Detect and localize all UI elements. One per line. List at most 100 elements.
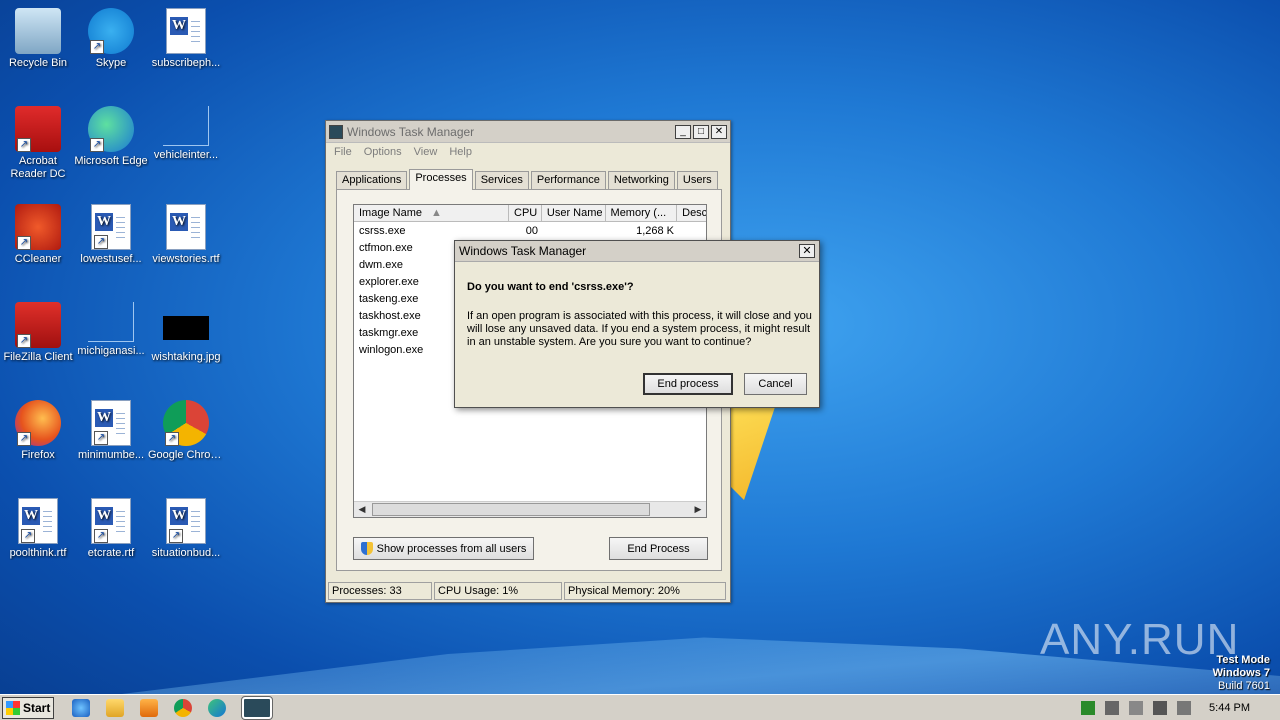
shortcut-arrow-icon: ↗: [165, 432, 179, 446]
clock[interactable]: 5:44 PM: [1209, 702, 1250, 714]
status-bar: Processes: 33 CPU Usage: 1% Physical Mem…: [328, 582, 728, 600]
desktop-icon[interactable]: vehicleinter...: [148, 106, 224, 162]
desktop-icon-label: Acrobat Reader DC: [10, 155, 66, 180]
desktop-icon[interactable]: subscribeph...: [148, 8, 224, 70]
minimize-button[interactable]: _: [675, 124, 691, 139]
uac-shield-icon: [360, 542, 373, 555]
cell-cpu: 00: [525, 224, 538, 237]
desktop-icon-label: poolthink.rtf: [9, 547, 67, 559]
display-icon[interactable]: [1129, 700, 1144, 715]
taskbar: Start 5:44 PM: [0, 694, 1280, 720]
flag-icon[interactable]: [1177, 700, 1192, 715]
desktop-icon[interactable]: ↗ etcrate.rtf: [73, 498, 149, 560]
file-explorer-icon[interactable]: [106, 698, 124, 717]
edge-icon: ↗: [88, 106, 134, 152]
desktop-icon-label: FileZilla Client: [3, 351, 73, 363]
shortcut-arrow-icon: ↗: [94, 431, 108, 445]
column-cpu[interactable]: CPU: [509, 205, 542, 221]
desktop-icon[interactable]: ↗ poolthink.rtf: [0, 498, 76, 560]
shortcut-arrow-icon: ↗: [169, 529, 183, 543]
desktop-icon[interactable]: ↗ minimumbe...: [73, 400, 149, 462]
word-doc-icon: ↗: [91, 400, 131, 446]
desktop-icon-label: viewstories.rtf: [152, 253, 220, 265]
column-description[interactable]: Desc: [677, 205, 706, 221]
chrome-taskbar-icon[interactable]: [174, 698, 192, 717]
menu-options[interactable]: Options: [364, 146, 402, 158]
scroll-thumb[interactable]: [372, 503, 650, 516]
dialog-close-button[interactable]: ✕: [799, 244, 815, 258]
cancel-button[interactable]: Cancel: [744, 373, 807, 395]
tab-processes[interactable]: Processes: [409, 169, 473, 190]
media-player-icon[interactable]: [140, 698, 158, 717]
desktop-icon[interactable]: viewstories.rtf: [148, 204, 224, 266]
window-title: Windows Task Manager: [347, 124, 475, 139]
desktop-icon[interactable]: ↗ situationbud...: [148, 498, 224, 560]
desktop-icon[interactable]: ↗ CCleaner: [0, 204, 76, 266]
desktop-icon[interactable]: ↗ Google Chrome: [148, 400, 224, 462]
close-button[interactable]: ✕: [711, 124, 727, 139]
desktop-icon[interactable]: ↗ lowestusef...: [73, 204, 149, 266]
filezilla-icon: ↗: [15, 302, 61, 348]
tab-users[interactable]: Users: [676, 171, 718, 190]
desktop-icon[interactable]: wishtaking.jpg: [148, 302, 224, 364]
desktop-icon-label: situationbud...: [151, 547, 221, 559]
tab-networking[interactable]: Networking: [607, 171, 675, 190]
status-physical-memory: Physical Memory: 20%: [564, 582, 726, 600]
recycle-bin-icon: [15, 8, 61, 54]
dialog-question: Do you want to end 'csrss.exe'?: [467, 281, 634, 293]
table-row[interactable]: csrss.exe 00 1,268 K: [354, 222, 706, 239]
desktop-icon-label: CCleaner: [14, 253, 62, 265]
edge-taskbar-icon[interactable]: [208, 698, 226, 717]
volume-icon[interactable]: [1153, 700, 1168, 715]
column-image-name[interactable]: Image Name ▲: [354, 205, 510, 221]
menu-help[interactable]: Help: [449, 146, 472, 158]
cell-name: csrss.exe: [359, 224, 406, 237]
desktop-icon[interactable]: michiganasi...: [73, 302, 149, 358]
desktop-icon[interactable]: ↗ Firefox: [0, 400, 76, 462]
desktop-icon-label: Google Chrome: [148, 449, 224, 461]
scroll-right-arrow-icon[interactable]: ▶: [690, 502, 706, 517]
desktop-icon[interactable]: ↗ FileZilla Client: [0, 302, 76, 364]
desktop-icon-label: Recycle Bin: [8, 57, 68, 69]
sort-ascending-icon: ▲: [431, 207, 442, 219]
network-status-icon[interactable]: [1081, 700, 1096, 715]
start-button[interactable]: Start: [2, 696, 54, 719]
maximize-button[interactable]: □: [693, 124, 709, 139]
tab-applications[interactable]: Applications: [336, 171, 408, 190]
cell-mem: 1,268 K: [636, 224, 674, 237]
tab-performance[interactable]: Performance: [530, 171, 606, 190]
shortcut-arrow-icon: ↗: [17, 236, 31, 250]
column-user-name[interactable]: User Name: [542, 205, 606, 221]
scroll-left-arrow-icon[interactable]: ◀: [354, 502, 370, 517]
word-doc-icon: [166, 204, 206, 250]
desktop-icon[interactable]: ↗ Microsoft Edge: [73, 106, 149, 168]
menu-view[interactable]: View: [414, 146, 438, 158]
skype-icon: ↗: [88, 8, 134, 54]
menu-file[interactable]: File: [334, 146, 352, 158]
dialog-title-bar[interactable]: Windows Task Manager ✕: [455, 241, 819, 262]
chrome-icon: ↗: [163, 400, 209, 446]
confirm-end-process-button[interactable]: End process: [643, 373, 733, 395]
horizontal-scrollbar[interactable]: ◀ ▶: [354, 501, 706, 517]
action-center-icon[interactable]: [1105, 700, 1120, 715]
desktop-icon-label: Firefox: [21, 449, 55, 461]
tab-services[interactable]: Services: [474, 171, 529, 190]
show-all-users-button[interactable]: Show processes from all users: [353, 537, 534, 560]
word-doc-icon: ↗: [18, 498, 58, 544]
internet-explorer-icon[interactable]: [72, 698, 90, 717]
end-process-button[interactable]: End Process: [609, 537, 708, 560]
word-doc-icon: [166, 8, 206, 54]
shortcut-arrow-icon: ↗: [94, 235, 108, 249]
column-memory[interactable]: Memory (...: [606, 205, 678, 221]
start-label: Start: [23, 700, 51, 715]
ccleaner-icon: ↗: [15, 204, 61, 250]
column-image-name-label: Image Name: [359, 207, 422, 219]
desktop-icon[interactable]: ↗ Skype: [73, 8, 149, 70]
word-doc-icon: ↗: [91, 498, 131, 544]
desktop-icon[interactable]: ↗ Acrobat Reader DC: [0, 106, 76, 181]
desktop-icon[interactable]: Recycle Bin: [0, 8, 76, 70]
shortcut-arrow-icon: ↗: [17, 138, 31, 152]
title-bar[interactable]: Windows Task Manager _ □ ✕: [326, 121, 730, 143]
task-manager-icon: [329, 124, 343, 139]
task-manager-taskbar-icon[interactable]: [241, 695, 273, 720]
